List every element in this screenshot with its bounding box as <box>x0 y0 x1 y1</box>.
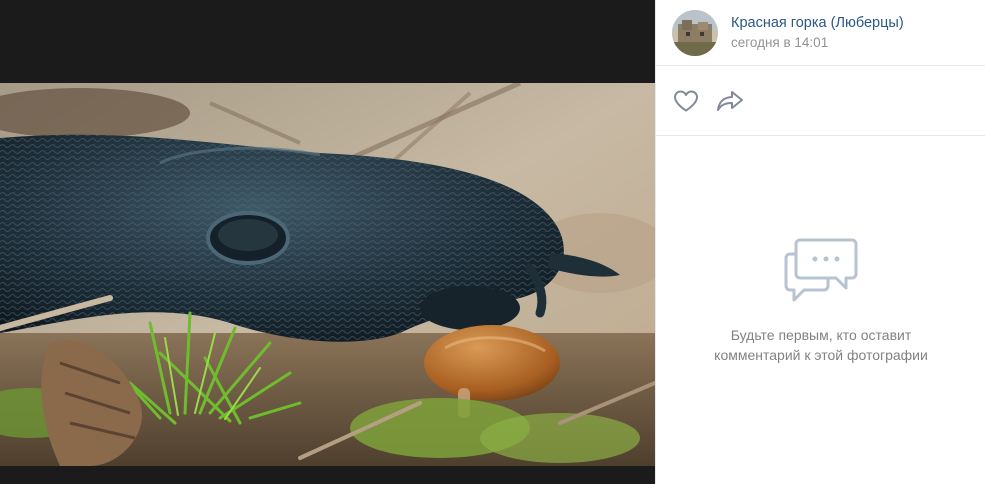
empty-comments-line1: Будьте первым, кто оставит <box>730 327 912 343</box>
heart-icon <box>674 90 698 111</box>
photo-image[interactable] <box>0 83 655 466</box>
author-info: Красная горка (Люберцы) сегодня в 14:01 <box>731 14 904 52</box>
share-arrow-icon <box>717 90 743 111</box>
avatar-image <box>672 9 718 56</box>
photo-actions <box>656 66 985 136</box>
community-avatar[interactable] <box>672 9 718 56</box>
author-header: Красная горка (Люберцы) сегодня в 14:01 <box>656 0 985 66</box>
empty-comments-text: Будьте первым, кто оставит комментарий к… <box>691 325 951 365</box>
author-name-link[interactable]: Красная горка (Люберцы) <box>731 14 904 33</box>
photo-side-panel: Красная горка (Люберцы) сегодня в 14:01 <box>655 0 985 484</box>
slug-photo <box>0 83 655 466</box>
like-button[interactable] <box>672 87 700 115</box>
empty-comments-placeholder: Будьте первым, кто оставит комментарий к… <box>656 137 985 484</box>
empty-comments-line2: комментарий к этой фотографии <box>714 347 928 363</box>
photo-viewer-layer: Красная горка (Люберцы) сегодня в 14:01 <box>0 0 985 484</box>
share-button[interactable] <box>716 87 744 115</box>
photo-viewer <box>0 0 655 484</box>
comments-bubble-icon <box>784 238 858 302</box>
post-date[interactable]: сегодня в 14:01 <box>731 33 904 52</box>
